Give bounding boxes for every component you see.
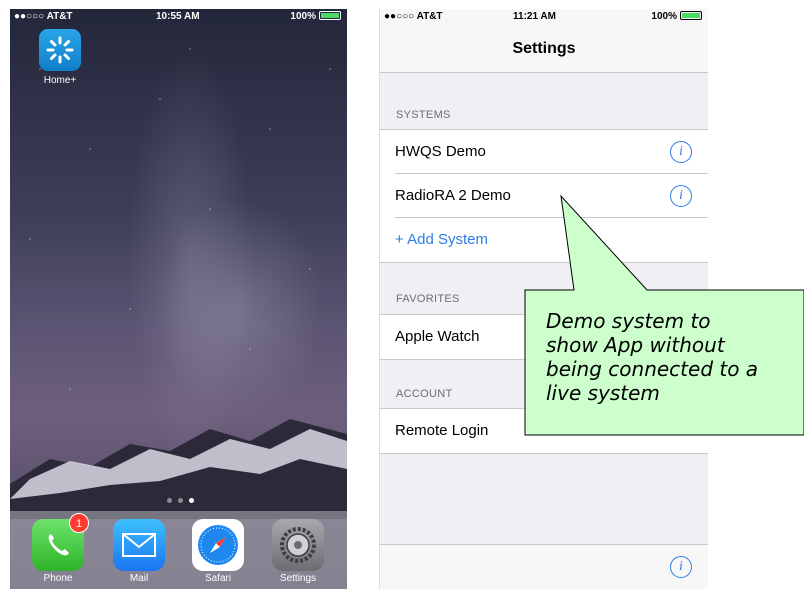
section-header-account: ACCOUNT [396, 388, 453, 400]
dock-app-settings[interactable]: Settings [268, 519, 328, 584]
nav-bar: Settings [380, 25, 708, 73]
info-icon[interactable]: i [670, 141, 692, 163]
clock-label: 11:21 AM [513, 11, 556, 22]
page-indicator[interactable] [160, 498, 200, 504]
account-row[interactable]: Remote Login [395, 409, 708, 453]
settings-screen: ●●○○○ AT&T 11:21 AM 100% Settings SYSTEM… [379, 9, 708, 589]
dock-app-label: Settings [279, 573, 317, 584]
page-dot [177, 498, 183, 503]
add-system-button[interactable]: + Add System [395, 218, 488, 262]
settings-gear-icon [272, 519, 324, 571]
safari-compass-icon [192, 519, 244, 571]
lutron-home-plus-icon [39, 29, 81, 71]
system-row[interactable]: RadioRA 2 Demo i [395, 174, 708, 218]
systems-group: HWQS Demo i RadioRA 2 Demo i + Add Syste… [380, 129, 708, 263]
mail-icon [113, 519, 165, 571]
battery-icon [319, 11, 341, 20]
status-bar: ●●○○○ AT&T 11:21 AM 100% [380, 9, 708, 25]
system-label: HWQS Demo [395, 143, 486, 160]
callout-line: being connected to a [546, 357, 759, 381]
app-home-plus[interactable]: Home+ [35, 29, 85, 86]
callout-line: show App without [546, 333, 725, 357]
dock-app-phone[interactable]: 1 Phone [28, 513, 89, 584]
phone-icon: 1 [32, 513, 89, 571]
apple-watch-label: Apple Watch [395, 328, 480, 345]
info-icon[interactable]: i [670, 185, 692, 207]
battery-icon [680, 11, 702, 20]
dock-app-mail[interactable]: Mail [109, 519, 169, 584]
dock-app-label: Mail [129, 573, 149, 584]
dock-app-safari[interactable]: Safari [188, 519, 248, 584]
page-dot-current [188, 498, 194, 503]
app-label: Home+ [43, 75, 77, 86]
page-dot [166, 498, 172, 503]
clock-label: 10:55 AM [156, 11, 200, 22]
dock-app-label: Phone [43, 573, 73, 584]
battery-percent: 100% [290, 11, 316, 22]
notification-badge: 1 [69, 513, 89, 533]
carrier-label: ●●○○○ AT&T [384, 11, 443, 22]
status-bar: ●●○○○ AT&T 10:55 AM 100% [10, 9, 347, 25]
system-label: RadioRA 2 Demo [395, 187, 511, 204]
callout-text: Demo system to show App without being co… [546, 309, 796, 405]
section-header-systems: SYSTEMS [396, 109, 451, 121]
dock-app-label: Safari [204, 573, 232, 584]
remote-login-label: Remote Login [395, 422, 489, 439]
system-row[interactable]: HWQS Demo i [395, 130, 708, 174]
home-screen: ●●○○○ AT&T 10:55 AM 100% Home+ 1 Phone M… [10, 9, 347, 589]
info-icon[interactable]: i [670, 556, 692, 578]
callout-line: live system [546, 381, 660, 405]
dock: 1 Phone Mail Safari Settings [10, 511, 347, 589]
carrier-label: ●●○○○ AT&T [14, 11, 73, 22]
bottom-toolbar: i [380, 544, 708, 589]
battery-percent: 100% [651, 11, 677, 22]
account-group: Remote Login [380, 408, 708, 454]
page-title: Settings [512, 40, 576, 57]
section-header-favorites: FAVORITES [396, 293, 460, 305]
callout-line: Demo system to [546, 309, 711, 333]
add-system-row[interactable]: + Add System [395, 218, 708, 262]
